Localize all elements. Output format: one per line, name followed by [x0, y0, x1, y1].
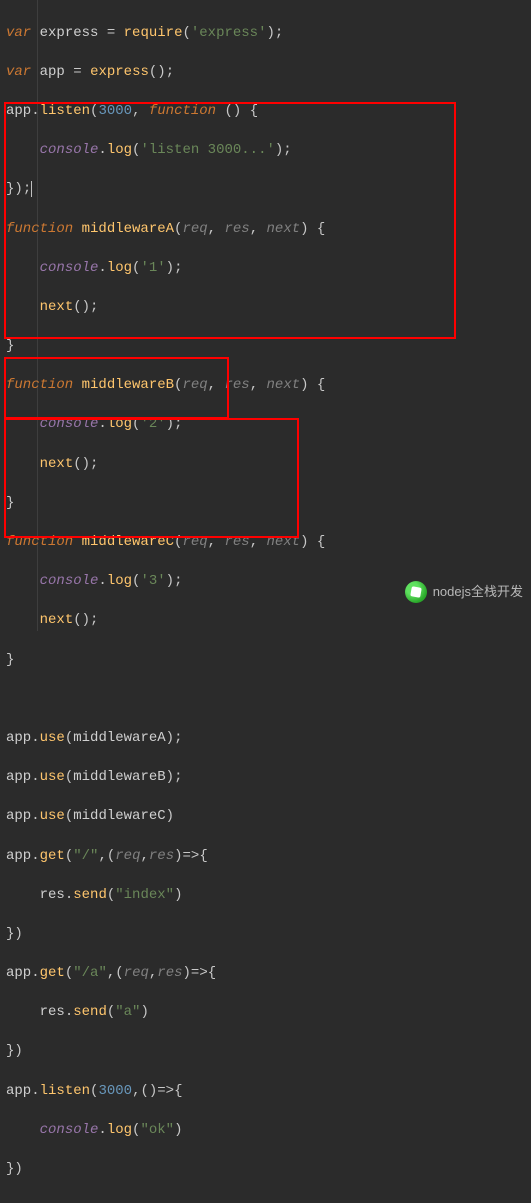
code-line: next(); — [6, 611, 525, 631]
code-line: next(); — [6, 298, 525, 318]
code-line: }); — [6, 180, 525, 200]
code-line — [6, 690, 525, 710]
text-cursor — [31, 181, 32, 197]
code-line: } — [6, 494, 525, 514]
code-line: console.log('1'); — [6, 259, 525, 279]
code-line: app.use(middlewareB); — [6, 768, 525, 788]
code-line: res.send("a") — [6, 1003, 525, 1023]
code-line: app.use(middlewareA); — [6, 729, 525, 749]
code-line: app.listen(3000,()=>{ — [6, 1082, 525, 1102]
code-line: console.log("ok") — [6, 1121, 525, 1141]
code-line: console.log('2'); — [6, 415, 525, 435]
code-line: var express = require('express'); — [6, 24, 525, 44]
code-line: console.log('listen 3000...'); — [6, 141, 525, 161]
code-line: app.use(middlewareC) — [6, 807, 525, 827]
watermark: nodejs全栈开发 — [405, 581, 523, 603]
code-line: function middlewareA(req, res, next) { — [6, 220, 525, 240]
code-line: app.get("/a",(req,res)=>{ — [6, 964, 525, 984]
code-line: app.get("/",(req,res)=>{ — [6, 847, 525, 867]
code-line: }) — [6, 1160, 525, 1180]
code-line: res.send("index") — [6, 886, 525, 906]
code-line: } — [6, 337, 525, 357]
watermark-text: nodejs全栈开发 — [433, 583, 523, 601]
code-line: }) — [6, 925, 525, 945]
code-line: }) — [6, 1042, 525, 1062]
code-line: var app = express(); — [6, 63, 525, 83]
code-line: function middlewareB(req, res, next) { — [6, 376, 525, 396]
code-line: function middlewareC(req, res, next) { — [6, 533, 525, 553]
code-line: next(); — [6, 455, 525, 475]
wechat-icon — [405, 581, 427, 603]
editor-gutter-rule — [37, 0, 38, 631]
code-line: app.listen(3000, function () { — [6, 102, 525, 122]
code-line: } — [6, 651, 525, 671]
